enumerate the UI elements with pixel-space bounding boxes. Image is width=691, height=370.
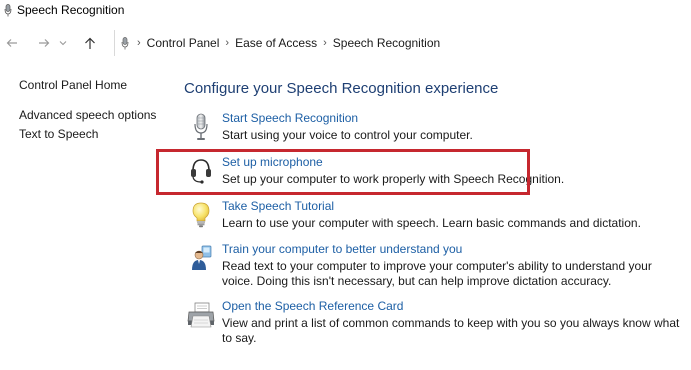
task-description: Start using your voice to control your c… (222, 128, 473, 142)
chevron-right-icon: › (323, 37, 327, 49)
breadcrumb-item-speech-recognition[interactable]: Speech Recognition (333, 36, 440, 50)
chevron-down-icon[interactable] (56, 33, 70, 53)
microphone-icon (186, 111, 216, 143)
breadcrumb-item-ease-of-access[interactable]: Ease of Access (235, 36, 317, 50)
title-bar: Speech Recognition (0, 0, 691, 20)
forward-arrow-icon[interactable] (34, 33, 54, 53)
sidebar-item-advanced-speech-options[interactable]: Advanced speech options (19, 108, 169, 122)
task-description: View and print a list of common commands… (222, 316, 680, 345)
sidebar: Control Panel Home Advanced speech optio… (19, 78, 169, 146)
open-reference-card-link[interactable]: Open the Speech Reference Card (222, 299, 403, 313)
back-arrow-icon[interactable] (2, 33, 22, 53)
sidebar-item-text-to-speech[interactable]: Text to Speech (19, 127, 169, 141)
page-title: Configure your Speech Recognition experi… (184, 80, 499, 97)
main-content: Configure your Speech Recognition experi… (184, 80, 684, 107)
highlight-box (156, 149, 530, 195)
up-arrow-icon[interactable] (80, 33, 100, 53)
microphone-icon (3, 3, 13, 17)
start-speech-recognition-link[interactable]: Start Speech Recognition (222, 111, 358, 125)
lightbulb-icon (186, 199, 216, 231)
window-title: Speech Recognition (17, 3, 125, 17)
address-bar: › Control Panel › Ease of Access › Speec… (0, 30, 691, 56)
task-description: Learn to use your computer with speech. … (222, 216, 641, 230)
user-training-icon (186, 242, 216, 274)
chevron-right-icon: › (137, 37, 141, 49)
microphone-icon (121, 36, 131, 50)
sidebar-item-control-panel-home[interactable]: Control Panel Home (19, 78, 169, 92)
breadcrumb[interactable]: › Control Panel › Ease of Access › Speec… (114, 30, 691, 56)
train-computer-link[interactable]: Train your computer to better understand… (222, 242, 462, 256)
take-speech-tutorial-link[interactable]: Take Speech Tutorial (222, 199, 334, 213)
breadcrumb-item-control-panel[interactable]: Control Panel (147, 36, 220, 50)
printer-icon (186, 299, 216, 331)
task-description: Read text to your computer to improve yo… (222, 259, 652, 288)
chevron-right-icon: › (225, 37, 230, 49)
